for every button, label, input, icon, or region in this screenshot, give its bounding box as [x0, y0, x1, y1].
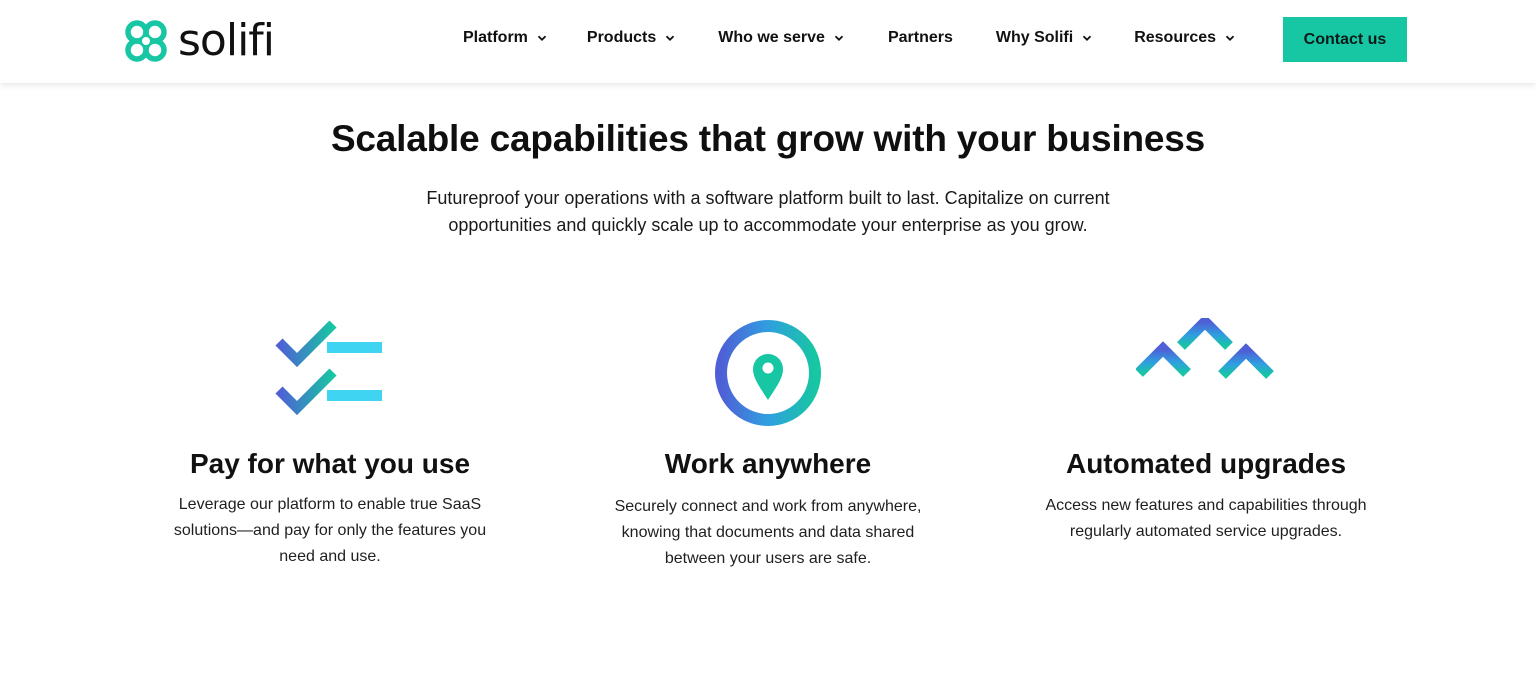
- description-line: regularly automated service upgrades.: [1069, 523, 1343, 540]
- chevron-down-icon: [537, 35, 547, 41]
- description-line: solutions—and pay for only the features …: [173, 522, 487, 539]
- nav-item-why-solifi[interactable]: Why Solifi: [996, 29, 1092, 47]
- feature-automated-upgrades: Automated upgrades Access new features a…: [1026, 318, 1386, 545]
- chevron-down-icon: [1083, 35, 1092, 41]
- feature-title: Work anywhere: [664, 448, 872, 479]
- checklist-icon: [275, 320, 382, 416]
- nav-item-label: Products: [586, 29, 657, 46]
- feature-description: Securely connect and work from anywhere,…: [588, 494, 948, 572]
- description-line: Leverage our platform to enable true Saa…: [178, 496, 482, 513]
- description-line: between your users are safe.: [664, 550, 872, 567]
- section-title: Scalable capabilities that grow with you…: [330, 118, 1206, 159]
- description-line: Securely connect and work from anywhere,: [614, 498, 922, 515]
- feature-pay-for-what-you-use: Pay for what you use Leverage our platfo…: [150, 320, 510, 570]
- feature-work-anywhere: Work anywhere Securely connect and work …: [588, 318, 948, 572]
- nav-item-who-we-serve[interactable]: Who we serve: [718, 29, 844, 47]
- nav-item-label: Why Solifi: [995, 29, 1074, 46]
- nav-item-label: Who we serve: [718, 29, 825, 46]
- location-pin-icon: [715, 320, 821, 426]
- solifi-logo-mark-icon: [125, 20, 167, 62]
- contact-us-button[interactable]: Contact us: [1283, 17, 1407, 62]
- nav-item-resources[interactable]: Resources: [1134, 29, 1235, 47]
- subtitle-line: opportunities and quickly scale up to ac…: [448, 215, 1088, 235]
- nav-item-products[interactable]: Products: [587, 29, 675, 47]
- chevron-down-icon: [666, 35, 675, 41]
- nav-item-label: Resources: [1134, 29, 1217, 46]
- nav-item-platform[interactable]: Platform: [463, 29, 547, 47]
- description-line: knowing that documents and data shared: [621, 524, 915, 541]
- logo-wordmark: solifi: [178, 15, 275, 66]
- site-header: solifi Platform Products Who we serve Pa…: [0, 0, 1536, 83]
- feature-title: Automated upgrades: [1065, 448, 1347, 479]
- feature-description: Leverage our platform to enable true Saa…: [150, 492, 510, 570]
- nav-item-label: Platform: [463, 29, 528, 46]
- chevron-down-icon: [834, 35, 844, 41]
- description-line: Access new features and capabilities thr…: [1045, 497, 1367, 514]
- solifi-logo[interactable]: solifi: [120, 14, 275, 68]
- upgrade-arrows-icon: [1136, 318, 1274, 421]
- description-line: need and use.: [279, 548, 381, 565]
- subtitle-line: Futureproof your operations with a softw…: [426, 188, 1110, 208]
- feature-title: Pay for what you use: [189, 448, 471, 479]
- section-subtitle: Futureproof your operations with a softw…: [408, 185, 1128, 239]
- chevron-down-icon: [1225, 35, 1235, 41]
- nav-item-partners[interactable]: Partners: [888, 29, 953, 47]
- feature-description: Access new features and capabilities thr…: [1026, 493, 1386, 545]
- nav-item-label: Partners: [887, 29, 953, 46]
- main-nav: Platform Products Who we serve Partners …: [463, 24, 1235, 52]
